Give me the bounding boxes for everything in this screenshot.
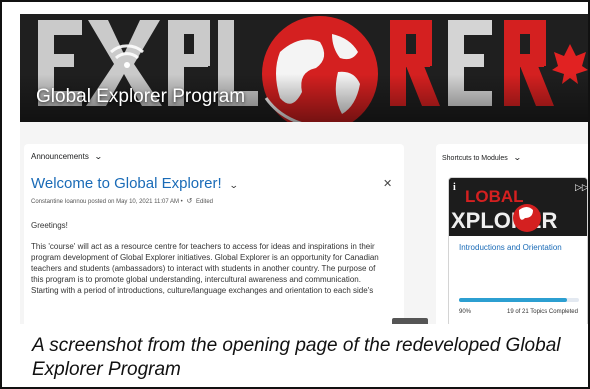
announcement-edited: Edited <box>196 199 214 205</box>
chevron-down-icon[interactable]: ⌄ <box>229 180 239 191</box>
module-card-logo: LOBAL XPLORER ▷▷ <box>449 178 588 236</box>
card-logo-bottom: XPLORER <box>451 208 557 233</box>
module-progress-percent: 90% <box>459 309 472 315</box>
figure-frame: Global Explorer Program Announcements ⌄ W… <box>0 0 590 389</box>
announcement-title[interactable]: Welcome to Global Explorer! ⌄ <box>31 175 239 192</box>
close-icon[interactable]: ✕ <box>383 177 392 190</box>
shortcuts-widget: Shortcuts to Modules ⌄ LOBAL XPLORER ▷▷ i… <box>436 144 588 324</box>
module-topics-completed: 19 of 21 Topics Completed <box>507 309 578 315</box>
shortcuts-header[interactable]: Shortcuts to Modules ⌄ <box>442 153 522 162</box>
edited-clock-icon: ↺ <box>186 198 193 205</box>
module-card[interactable]: LOBAL XPLORER ▷▷ i Introductions and Ori… <box>448 177 588 324</box>
meta-separator: • <box>180 199 183 205</box>
course-title: Global Explorer Program <box>36 86 246 107</box>
shortcuts-header-label: Shortcuts to Modules <box>442 155 508 162</box>
course-banner: Global Explorer Program <box>20 14 588 122</box>
info-icon[interactable]: i <box>453 182 456 193</box>
announcements-header[interactable]: Announcements ⌄ <box>31 152 103 161</box>
svg-text:▷▷: ▷▷ <box>575 182 588 192</box>
announcement-body: This 'course' will act as a resource cen… <box>31 242 379 295</box>
announcements-widget: Announcements ⌄ Welcome to Global Explore… <box>24 144 404 324</box>
chevron-down-icon[interactable]: ⌄ <box>513 153 522 162</box>
module-card-title[interactable]: Introductions and Orientation <box>459 243 584 253</box>
module-progress-fill <box>459 298 567 302</box>
module-progress-bar <box>459 298 579 302</box>
announcement-author: Constantine Ioannou posted on May 10, 20… <box>31 199 179 205</box>
module-card-image[interactable]: LOBAL XPLORER ▷▷ i <box>449 178 588 236</box>
chevron-down-icon[interactable]: ⌄ <box>94 152 103 161</box>
scroll-indicator <box>392 318 428 324</box>
announcement-title-label[interactable]: Welcome to Global Explorer! <box>31 175 222 192</box>
figure-caption: A screenshot from the opening page of th… <box>32 335 561 380</box>
announcements-header-label: Announcements <box>31 152 89 161</box>
announcement-meta: Constantine Ioannou posted on May 10, 20… <box>31 197 213 205</box>
announcement-greeting: Greetings! <box>31 221 68 230</box>
card-logo-top: LOBAL <box>465 187 524 206</box>
screenshot: Global Explorer Program Announcements ⌄ W… <box>20 14 588 324</box>
